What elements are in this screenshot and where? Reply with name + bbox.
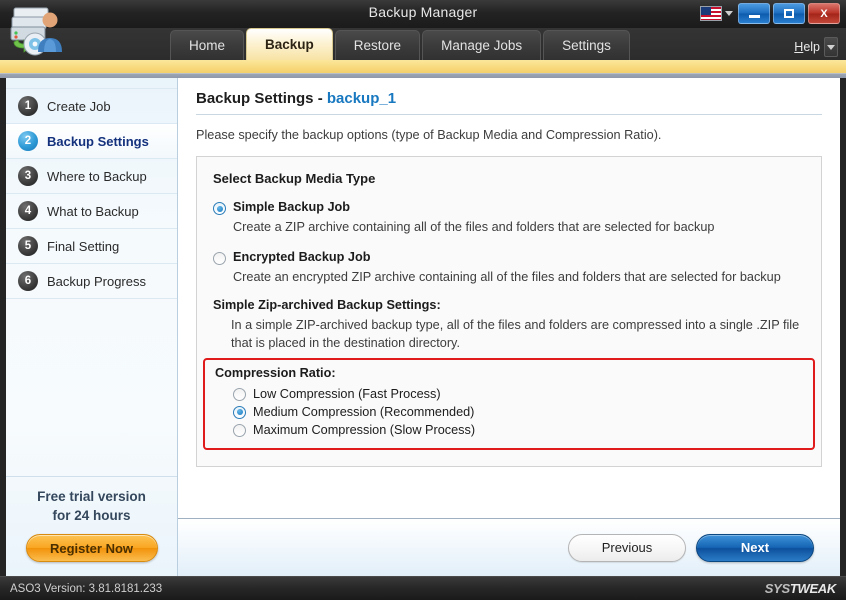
brand-tweak: TWEAK: [790, 581, 836, 596]
compression-option-label: Maximum Compression (Slow Process): [253, 423, 475, 437]
page-title: Backup Settings - backup_1: [196, 90, 822, 107]
tab-settings[interactable]: Settings: [543, 30, 630, 60]
help-dropdown-button[interactable]: [824, 37, 838, 57]
tab-bar: Home Backup Restore Manage Jobs Settings…: [0, 28, 846, 60]
media-option-encrypted[interactable]: Encrypted Backup Job: [213, 250, 805, 265]
brand-sys: SYS: [765, 581, 790, 596]
window-controls: X: [698, 3, 840, 24]
close-button[interactable]: X: [808, 3, 840, 24]
sidebar-item-label: Backup Settings: [47, 134, 149, 149]
sidebar-item-final-setting[interactable]: 5 Final Setting: [6, 229, 177, 264]
language-selector[interactable]: [698, 5, 735, 22]
spacer: [213, 236, 805, 250]
step-number-badge: 4: [18, 201, 38, 221]
compression-option-low[interactable]: Low Compression (Fast Process): [233, 385, 803, 403]
radio-simple-backup-job[interactable]: [213, 202, 226, 215]
job-name: backup_1: [327, 90, 396, 107]
compression-option-label: Low Compression (Fast Process): [253, 387, 441, 401]
compression-option-medium[interactable]: Medium Compression (Recommended): [233, 403, 803, 421]
trial-line-1: Free trial version: [12, 487, 171, 506]
footer-button-bar: Previous Next: [178, 518, 840, 576]
sidebar-item-label: Create Job: [47, 99, 111, 114]
sidebar-item-label: Final Setting: [47, 239, 119, 254]
tab-manage-jobs[interactable]: Manage Jobs: [422, 30, 541, 60]
step-number-badge: 3: [18, 166, 38, 186]
step-number-badge: 6: [18, 271, 38, 291]
media-option-simple[interactable]: Simple Backup Job: [213, 200, 805, 215]
tab-home[interactable]: Home: [170, 30, 244, 60]
body: 1 Create Job 2 Backup Settings 3 Where t…: [0, 78, 846, 576]
minimize-icon: [749, 15, 760, 18]
register-now-button[interactable]: Register Now: [26, 534, 158, 562]
chevron-down-icon: [725, 11, 733, 16]
content-area: Backup Settings - backup_1 Please specif…: [178, 78, 840, 576]
content-inner: Backup Settings - backup_1 Please specif…: [178, 78, 840, 518]
sidebar: 1 Create Job 2 Backup Settings 3 Where t…: [6, 78, 178, 576]
next-button[interactable]: Next: [696, 534, 814, 562]
tab-restore[interactable]: Restore: [335, 30, 420, 60]
systweak-logo: SYSTWEAK: [765, 581, 836, 596]
sidebar-item-backup-progress[interactable]: 6 Backup Progress: [6, 264, 177, 299]
media-option-label: Simple Backup Job: [233, 200, 350, 214]
maximize-icon: [784, 9, 794, 18]
step-number-badge: 5: [18, 236, 38, 256]
trial-panel: Free trial version for 24 hours Register…: [6, 476, 177, 576]
compression-option-label: Medium Compression (Recommended): [253, 405, 474, 419]
step-number-badge: 1: [18, 96, 38, 116]
panel-heading: Select Backup Media Type: [213, 171, 805, 186]
radio-maximum-compression[interactable]: [233, 424, 246, 437]
backup-media-panel: Select Backup Media Type Simple Backup J…: [196, 156, 822, 467]
radio-medium-compression[interactable]: [233, 406, 246, 419]
page-subtitle: Please specify the backup options (type …: [196, 128, 822, 142]
tab-backup[interactable]: Backup: [246, 28, 333, 60]
sidebar-item-what-to-backup[interactable]: 4 What to Backup: [6, 194, 177, 229]
sidebar-item-label: What to Backup: [47, 204, 139, 219]
status-bar: ASO3 Version: 3.81.8181.233 SYSTWEAK: [0, 576, 846, 600]
help-link[interactable]: Help: [794, 40, 820, 54]
chevron-down-icon: [827, 45, 835, 50]
sidebar-spacer: [6, 299, 177, 476]
gold-accent-bar: [0, 60, 846, 74]
sidebar-item-where-to-backup[interactable]: 3 Where to Backup: [6, 159, 177, 194]
media-option-description: Create an encrypted ZIP archive containi…: [233, 268, 805, 286]
us-flag-icon: [700, 6, 722, 21]
sidebar-item-label: Backup Progress: [47, 274, 146, 289]
media-option-description: Create a ZIP archive containing all of t…: [233, 218, 805, 236]
step-number-badge: 2: [18, 131, 38, 151]
sidebar-steps: 1 Create Job 2 Backup Settings 3 Where t…: [6, 78, 177, 299]
previous-button[interactable]: Previous: [568, 534, 686, 562]
radio-low-compression[interactable]: [233, 388, 246, 401]
page-title-prefix: Backup Settings -: [196, 90, 327, 107]
help-area: Help: [794, 37, 838, 57]
title-bar: Backup Manager X: [0, 0, 846, 28]
title-divider: [196, 114, 822, 115]
compression-ratio-group: Compression Ratio: Low Compression (Fast…: [203, 358, 815, 450]
radio-encrypted-backup-job[interactable]: [213, 252, 226, 265]
sidebar-item-label: Where to Backup: [47, 169, 147, 184]
trial-line-2: for 24 hours: [12, 506, 171, 525]
compression-option-maximum[interactable]: Maximum Compression (Slow Process): [233, 421, 803, 439]
compression-heading: Compression Ratio:: [215, 366, 803, 380]
backup-manager-icon: [8, 4, 66, 60]
minimize-button[interactable]: [738, 3, 770, 24]
maximize-button[interactable]: [773, 3, 805, 24]
sidebar-item-backup-settings[interactable]: 2 Backup Settings: [6, 124, 177, 159]
media-option-label: Encrypted Backup Job: [233, 250, 370, 264]
application-window: Backup Manager X Home Backup Restore Man…: [0, 0, 846, 600]
sidebar-item-create-job[interactable]: 1 Create Job: [6, 88, 177, 124]
zip-settings-description: In a simple ZIP-archived backup type, al…: [231, 316, 805, 352]
zip-settings-heading: Simple Zip-archived Backup Settings:: [213, 298, 805, 312]
version-text: ASO3 Version: 3.81.8181.233: [10, 583, 162, 595]
